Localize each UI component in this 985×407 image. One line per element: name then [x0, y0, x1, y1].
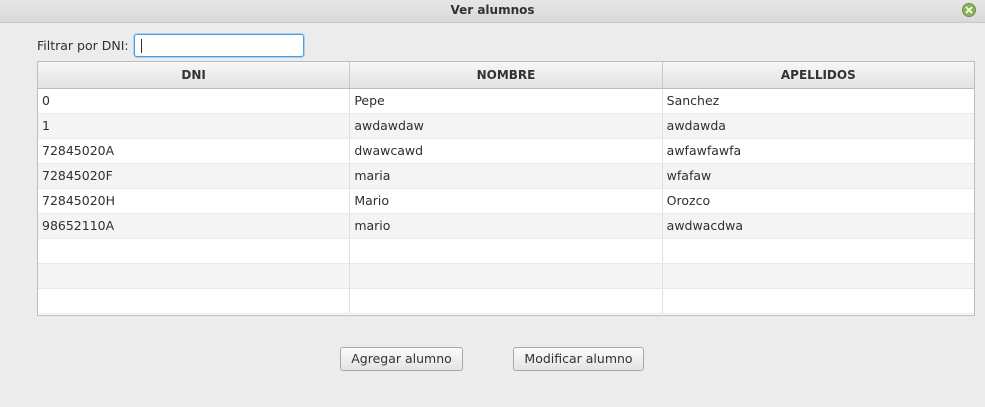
table-row[interactable]: 98652110A mario awdwacdwa	[38, 214, 974, 239]
cell-dni: 1	[38, 114, 351, 138]
add-student-button[interactable]: Agregar alumno	[340, 347, 463, 371]
title-bar: Ver alumnos	[0, 0, 985, 23]
empty-table-row	[38, 264, 974, 289]
cell-dni: 72845020H	[38, 189, 351, 213]
students-table: DNI NOMBRE APELLIDOS 0 Pepe Sanchez 1 aw…	[37, 61, 975, 316]
table-row[interactable]: 1 awdawdaw awdawda	[38, 114, 974, 139]
cell-nombre: awdawdaw	[350, 114, 663, 138]
cell-dni: 72845020A	[38, 139, 351, 163]
cell-dni: 0	[38, 89, 351, 113]
empty-table-row	[38, 239, 974, 264]
empty-cell	[38, 289, 351, 313]
filter-label: Filtrar por DNI:	[37, 38, 129, 53]
modify-student-button[interactable]: Modificar alumno	[513, 347, 644, 371]
cell-apellidos: awdawda	[666, 118, 726, 133]
empty-cell	[350, 239, 663, 263]
cell-nombre: Pepe	[350, 89, 663, 113]
window-title: Ver alumnos	[450, 3, 535, 17]
empty-cell	[38, 264, 351, 288]
empty-cell	[663, 264, 974, 288]
empty-cell	[663, 239, 974, 263]
dni-filter-input[interactable]	[134, 34, 304, 57]
empty-cell	[38, 239, 351, 263]
table-header: DNI NOMBRE APELLIDOS	[38, 62, 974, 89]
table-row[interactable]: 0 Pepe Sanchez	[38, 89, 974, 114]
cell-apellidos: wfafaw	[666, 168, 712, 183]
cell-nombre: mario	[350, 214, 663, 238]
empty-cell	[663, 289, 974, 313]
empty-cell	[350, 264, 663, 288]
table-row[interactable]: 72845020F maria wfafaw	[38, 164, 974, 189]
cell-apellidos: awdwacdwa	[666, 218, 744, 233]
cell-dni: 98652110A	[38, 214, 351, 238]
column-header-dni[interactable]: DNI	[38, 62, 351, 88]
cell-apellidos: awfawfawfa	[666, 143, 742, 158]
column-header-nombre[interactable]: NOMBRE	[350, 62, 663, 88]
cell-nombre: dwawcawd	[350, 139, 663, 163]
column-header-apellidos[interactable]: APELLIDOS	[663, 62, 974, 88]
cell-apellidos: Orozco	[666, 193, 711, 208]
cell-nombre: Mario	[350, 189, 663, 213]
empty-table-row	[38, 289, 974, 314]
table-row[interactable]: 72845020H Mario Orozco	[38, 189, 974, 214]
cell-dni: 72845020F	[38, 164, 351, 188]
cell-nombre: maria	[350, 164, 663, 188]
text-caret	[141, 39, 142, 53]
close-icon[interactable]	[962, 3, 976, 17]
cell-apellidos: Sanchez	[666, 93, 720, 108]
empty-cell	[350, 289, 663, 313]
table-row[interactable]: 72845020A dwawcawd awfawfawfa	[38, 139, 974, 164]
